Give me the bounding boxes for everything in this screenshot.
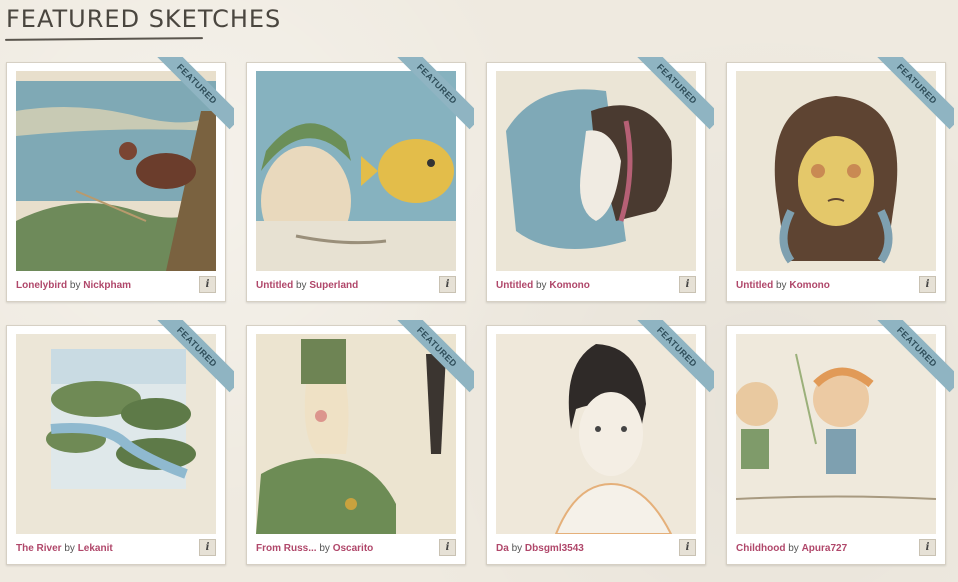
- sketch-card[interactable]: FEATURED Untitled by Komono i: [726, 57, 954, 302]
- artist-link[interactable]: Komono: [789, 280, 830, 291]
- info-button[interactable]: i: [199, 539, 216, 556]
- artist-link[interactable]: Dbsgml3543: [525, 543, 584, 554]
- sketch-card[interactable]: FEATURED Da by Dbsgml3543 i: [486, 320, 714, 565]
- artist-link[interactable]: Oscarito: [333, 543, 374, 554]
- by-label: by: [788, 543, 799, 554]
- sketch-card[interactable]: FEATURED Untitled by Komono i: [486, 57, 714, 302]
- by-label: by: [511, 543, 523, 554]
- artist-link[interactable]: Nickpham: [83, 280, 131, 291]
- sketch-title-link[interactable]: Untitled: [496, 280, 533, 291]
- sketch-title-link[interactable]: Lonelybird: [16, 280, 67, 291]
- sketch-card[interactable]: FEATURED From Russ... by Oscarito i: [246, 320, 474, 565]
- featured-ribbon: FEATURED: [634, 57, 714, 137]
- sketch-title-link[interactable]: Da: [496, 543, 509, 554]
- featured-ribbon: FEATURED: [154, 57, 234, 137]
- info-button[interactable]: i: [679, 276, 696, 293]
- sketch-title-link[interactable]: From Russ...: [256, 543, 317, 554]
- sketch-title-link[interactable]: The River: [16, 543, 62, 554]
- sketch-caption: Da by Dbsgml3543: [496, 543, 584, 554]
- artist-link[interactable]: Lekanit: [78, 543, 113, 554]
- info-button[interactable]: i: [919, 539, 936, 556]
- info-button[interactable]: i: [439, 539, 456, 556]
- sketch-title-link[interactable]: Untitled: [736, 280, 773, 291]
- page-title: FEATURED SKETCHES: [6, 5, 282, 33]
- sketch-card[interactable]: FEATURED The River by Lekanit i: [6, 320, 234, 565]
- info-button[interactable]: i: [439, 276, 456, 293]
- sketch-card[interactable]: FEATURED Untitled by Superland i: [246, 57, 474, 302]
- sketch-caption: The River by Lekanit: [16, 543, 113, 554]
- featured-ribbon: FEATURED: [874, 57, 954, 137]
- sketch-title-link[interactable]: Childhood: [736, 543, 785, 554]
- sketch-caption: Lonelybird by Nickpham: [16, 280, 131, 291]
- sketch-caption: From Russ... by Oscarito: [256, 543, 373, 554]
- featured-ribbon: FEATURED: [394, 57, 474, 137]
- sketch-card[interactable]: FEATURED Childhood by Apura727 i: [726, 320, 954, 565]
- info-button[interactable]: i: [919, 276, 936, 293]
- by-label: by: [319, 543, 330, 554]
- sketch-caption: Untitled by Komono: [496, 280, 590, 291]
- by-label: by: [776, 280, 787, 291]
- featured-ribbon: FEATURED: [634, 320, 714, 400]
- by-label: by: [536, 280, 547, 291]
- sketch-title-link[interactable]: Untitled: [256, 280, 293, 291]
- sketch-caption: Untitled by Komono: [736, 280, 830, 291]
- artist-link[interactable]: Komono: [549, 280, 590, 291]
- info-button[interactable]: i: [199, 276, 216, 293]
- sketch-caption: Untitled by Superland: [256, 280, 358, 291]
- featured-ribbon: FEATURED: [874, 320, 954, 400]
- featured-ribbon: FEATURED: [154, 320, 234, 400]
- by-label: by: [64, 543, 75, 554]
- sketch-card[interactable]: FEATURED Lonelybird by Nickpham i: [6, 57, 234, 302]
- artist-link[interactable]: Apura727: [802, 543, 848, 554]
- by-label: by: [69, 280, 81, 291]
- by-label: by: [296, 280, 307, 291]
- artist-link[interactable]: Superland: [309, 280, 358, 291]
- featured-ribbon: FEATURED: [394, 320, 474, 400]
- sketch-caption: Childhood by Apura727: [736, 543, 847, 554]
- info-button[interactable]: i: [679, 539, 696, 556]
